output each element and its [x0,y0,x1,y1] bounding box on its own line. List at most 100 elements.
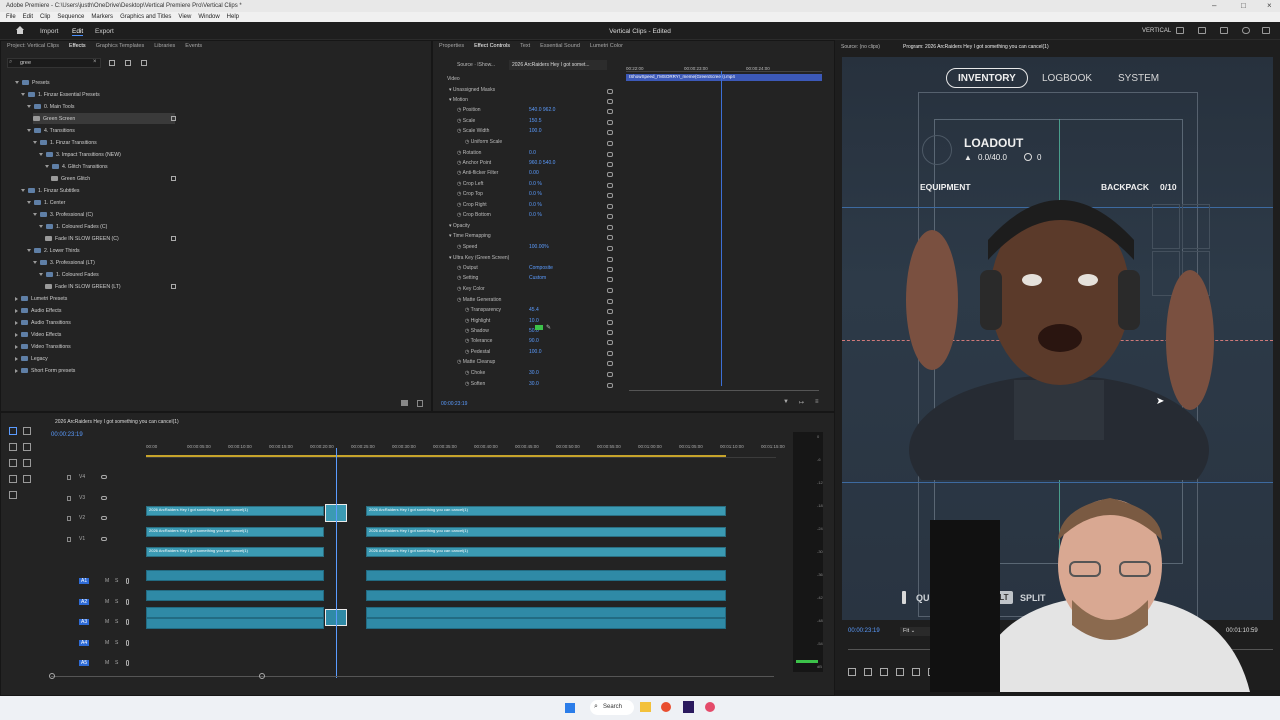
reset-icon[interactable] [607,361,613,366]
mute-button[interactable]: M [105,599,109,605]
lock-icon[interactable] [67,475,71,480]
track-select-tool-icon[interactable] [23,427,31,435]
ec-clip-bar[interactable]: IShowSpeed_I'MSORRY!_meme(GreenScreen).m… [626,74,822,81]
ec-row[interactable]: ▾ Opacity [449,223,470,233]
add-marker-icon[interactable] [848,668,856,676]
reset-icon[interactable] [607,383,613,388]
tree-item[interactable]: Legacy [15,353,48,364]
timeline-scrollbar[interactable] [51,676,774,677]
ec-row[interactable]: ◷ Matte Generation [457,297,501,307]
tree-item[interactable]: 0. Main Tools [27,101,74,112]
ec-value[interactable]: 90.0 [529,338,539,344]
ec-row[interactable]: ▾ Unassigned Masks [449,87,495,97]
mic-icon[interactable] [126,619,129,625]
mic-icon[interactable] [126,599,129,605]
expand-toggle-icon[interactable] [33,141,37,144]
track-label[interactable]: A5 [79,660,90,666]
tree-item[interactable]: 1. Finzar Subtitles [21,185,80,196]
tab-graphics-templates[interactable]: Graphics Templates [96,43,145,50]
maximize-icon[interactable]: □ [1241,1,1246,10]
ec-value[interactable]: 30.0 [529,370,539,376]
scroll-handle-left[interactable] [49,673,55,679]
expand-toggle-icon[interactable] [15,332,18,337]
share-icon[interactable] [1198,27,1206,34]
filter-icon[interactable]: ▼ [783,399,789,405]
ec-row[interactable]: ◷ Crop Top [457,191,483,201]
tree-item[interactable]: 4. Glitch Transitions [45,161,108,172]
ec-row[interactable]: ◷ Tolerance [465,338,492,348]
accelerated-filter-icon[interactable] [109,60,115,66]
slip-tool-icon[interactable] [9,459,17,467]
tree-item[interactable]: 4. Transitions [27,125,75,136]
expand-toggle-icon[interactable] [15,81,19,84]
expand-toggle-icon[interactable] [21,189,25,192]
ec-value[interactable]: 0.0 % [529,191,542,197]
reset-icon[interactable] [607,235,613,240]
pen-tool-icon[interactable] [23,459,31,467]
menu-graphics[interactable]: Graphics and Titles [120,14,171,20]
expand-toggle-icon[interactable] [27,249,31,252]
tree-item[interactable]: Video Transitions [15,341,71,352]
video-clip[interactable]: 2026 ArcRaiders Hey I got something you … [366,506,726,516]
selection-tool-icon[interactable] [9,427,17,435]
layout-icon[interactable] [1176,27,1184,34]
timeline-timecode[interactable]: 00:00:23:19 [51,432,83,438]
work-area-bar[interactable] [146,455,726,457]
ec-value[interactable]: 540.0 962.0 [529,107,555,113]
menu-icon[interactable]: ≡ [815,399,819,405]
reset-icon[interactable] [607,257,613,262]
track-label[interactable]: A1 [79,578,90,584]
new-bin-icon[interactable] [401,400,408,406]
tree-item[interactable]: Green Glitch [51,173,90,184]
ec-row[interactable]: ▾ Ultra Key (Green Screen) [449,255,509,265]
lock-icon[interactable] [67,537,71,542]
app-icon[interactable] [705,702,715,712]
ec-value[interactable]: 10.0 [529,318,539,324]
eye-icon[interactable] [101,516,107,520]
expand-toggle-icon[interactable] [33,213,37,216]
ec-row[interactable]: ◷ Pedestal [465,349,490,359]
tab-properties[interactable]: Properties [439,43,464,50]
ec-value[interactable]: 30.0 [529,381,539,387]
track-label[interactable]: V1 [79,536,85,542]
tab-project[interactable]: Project: Vertical Clips [7,43,59,50]
tree-item[interactable]: Fade IN SLOW GREEN (C) [45,233,119,244]
reset-icon[interactable] [607,320,613,325]
mark-in-icon[interactable] [864,668,872,676]
ec-value[interactable]: Composite [529,265,553,271]
premiere-icon[interactable] [683,701,694,713]
sequence-dropdown[interactable]: 2026 ArcRaiders Hey I got somet... [509,60,607,70]
expand-toggle-icon[interactable] [27,129,31,132]
solo-button[interactable]: S [115,660,118,666]
tree-item[interactable]: 3. Professional (C) [33,209,93,220]
reset-icon[interactable] [607,225,613,230]
reset-icon[interactable] [607,193,613,198]
clear-search-icon[interactable]: × [93,59,97,65]
close-icon[interactable]: × [1267,1,1272,10]
system-tab[interactable]: SYSTEM [1118,73,1159,84]
tree-item[interactable]: Audio Effects [15,305,61,316]
yuv-filter-icon[interactable] [141,60,147,66]
ec-row[interactable]: ◷ Rotation [457,150,481,160]
ec-value[interactable]: 45.4 [529,307,539,313]
sequence-tab[interactable]: 2026 ArcRaiders Hey I got something you … [55,419,179,425]
solo-button[interactable]: S [115,640,118,646]
delete-icon[interactable] [417,400,423,407]
program-timecode[interactable]: 00:00:23:19 [848,628,880,634]
settings-icon[interactable] [1220,27,1228,34]
export-frame-icon[interactable]: ↦ [799,399,804,406]
mute-button[interactable]: M [105,619,109,625]
ec-value[interactable]: 0.00 [529,170,539,176]
tree-item[interactable]: 3. Professional (LT) [33,257,95,268]
video-clip[interactable]: 2026 ArcRaiders Hey I got something you … [146,527,324,537]
ec-row[interactable]: ◷ Choke [465,370,485,380]
menu-sequence[interactable]: Sequence [57,14,84,20]
expand-toggle-icon[interactable] [39,153,43,156]
hand-tool-icon[interactable] [9,475,17,483]
ec-row[interactable]: ◷ Crop Right [457,202,487,212]
tree-item[interactable]: 1. Finzar Transitions [33,137,97,148]
track-label[interactable]: V2 [79,515,85,521]
solo-button[interactable]: S [115,578,118,584]
solo-button[interactable]: S [115,619,118,625]
video-clip[interactable]: 2026 ArcRaiders Hey I got something you … [146,547,324,557]
